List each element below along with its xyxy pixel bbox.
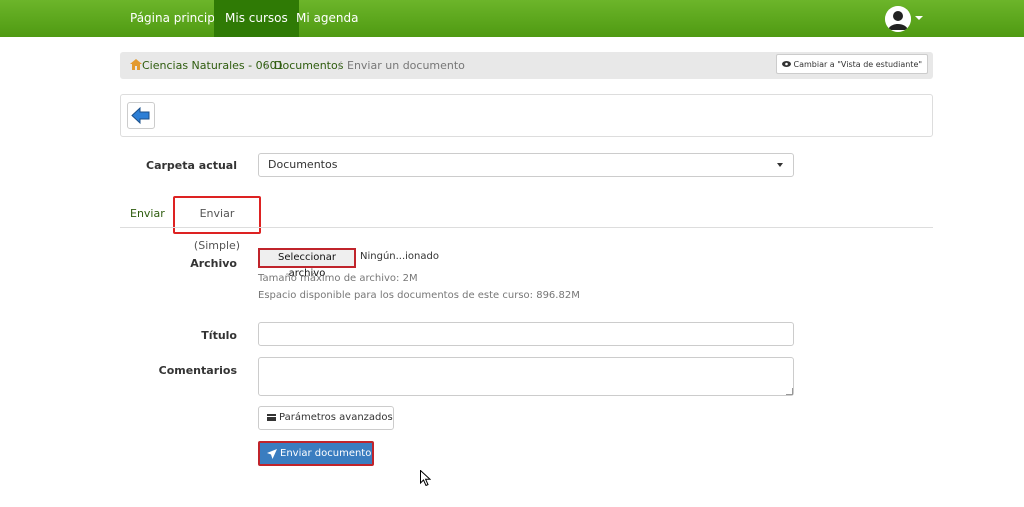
advanced-params-label: Parámetros avanzados — [279, 412, 393, 423]
chevron-down-icon — [777, 163, 783, 167]
breadcrumb-course-label: Ciencias Naturales - 0601 — [142, 59, 284, 72]
paper-plane-icon — [267, 449, 277, 459]
student-view-button[interactable]: Cambiar a "Vista de estudiante" — [776, 54, 928, 74]
tab-send-simple[interactable]: Enviar (Simple) — [173, 196, 261, 252]
back-arrow-icon — [131, 106, 150, 125]
breadcrumb-separator: / — [338, 59, 342, 72]
breadcrumb-separator: / — [265, 59, 269, 72]
breadcrumb-current: Enviar un documento — [347, 59, 465, 72]
tab-send[interactable]: Enviar — [130, 207, 165, 220]
folder-label: Carpeta actual — [146, 159, 237, 172]
nav-item-agenda[interactable]: Mi agenda — [285, 0, 369, 37]
folder-select[interactable]: Documentos — [258, 153, 794, 177]
file-status: Ningún...ionado — [360, 251, 439, 262]
user-avatar-icon[interactable] — [885, 6, 911, 32]
top-navbar: Página principal Mis cursos Mi agenda — [0, 0, 1024, 37]
submit-label: Enviar documento — [280, 448, 372, 459]
breadcrumb-course[interactable]: Ciencias Naturales - 0601 — [130, 52, 284, 79]
student-view-label: Cambiar a "Vista de estudiante" — [793, 60, 923, 69]
comments-textarea[interactable] — [258, 357, 794, 396]
mouse-pointer-icon — [420, 470, 431, 486]
advanced-params-button[interactable]: Parámetros avanzados — [258, 406, 394, 430]
home-icon — [130, 59, 142, 70]
back-button[interactable] — [127, 102, 155, 129]
menu-icon — [267, 414, 276, 421]
max-size-text: Tamaño máximo de archivo: 2M — [258, 273, 418, 284]
space-available-text: Espacio disponible para los documentos d… — [258, 290, 580, 301]
user-menu-caret-icon[interactable] — [915, 16, 923, 20]
eye-icon — [781, 61, 791, 67]
resize-handle-icon[interactable] — [786, 388, 793, 395]
file-label: Archivo — [190, 257, 237, 270]
tabs-divider — [120, 227, 933, 228]
title-label: Título — [201, 329, 237, 342]
breadcrumb-documents[interactable]: Documentos — [274, 52, 343, 79]
comments-label: Comentarios — [158, 364, 237, 377]
submit-button[interactable]: Enviar documento — [258, 441, 374, 466]
choose-file-button[interactable]: Seleccionar archivo — [258, 248, 356, 279]
action-toolbar — [120, 94, 933, 137]
title-input[interactable] — [258, 322, 794, 346]
